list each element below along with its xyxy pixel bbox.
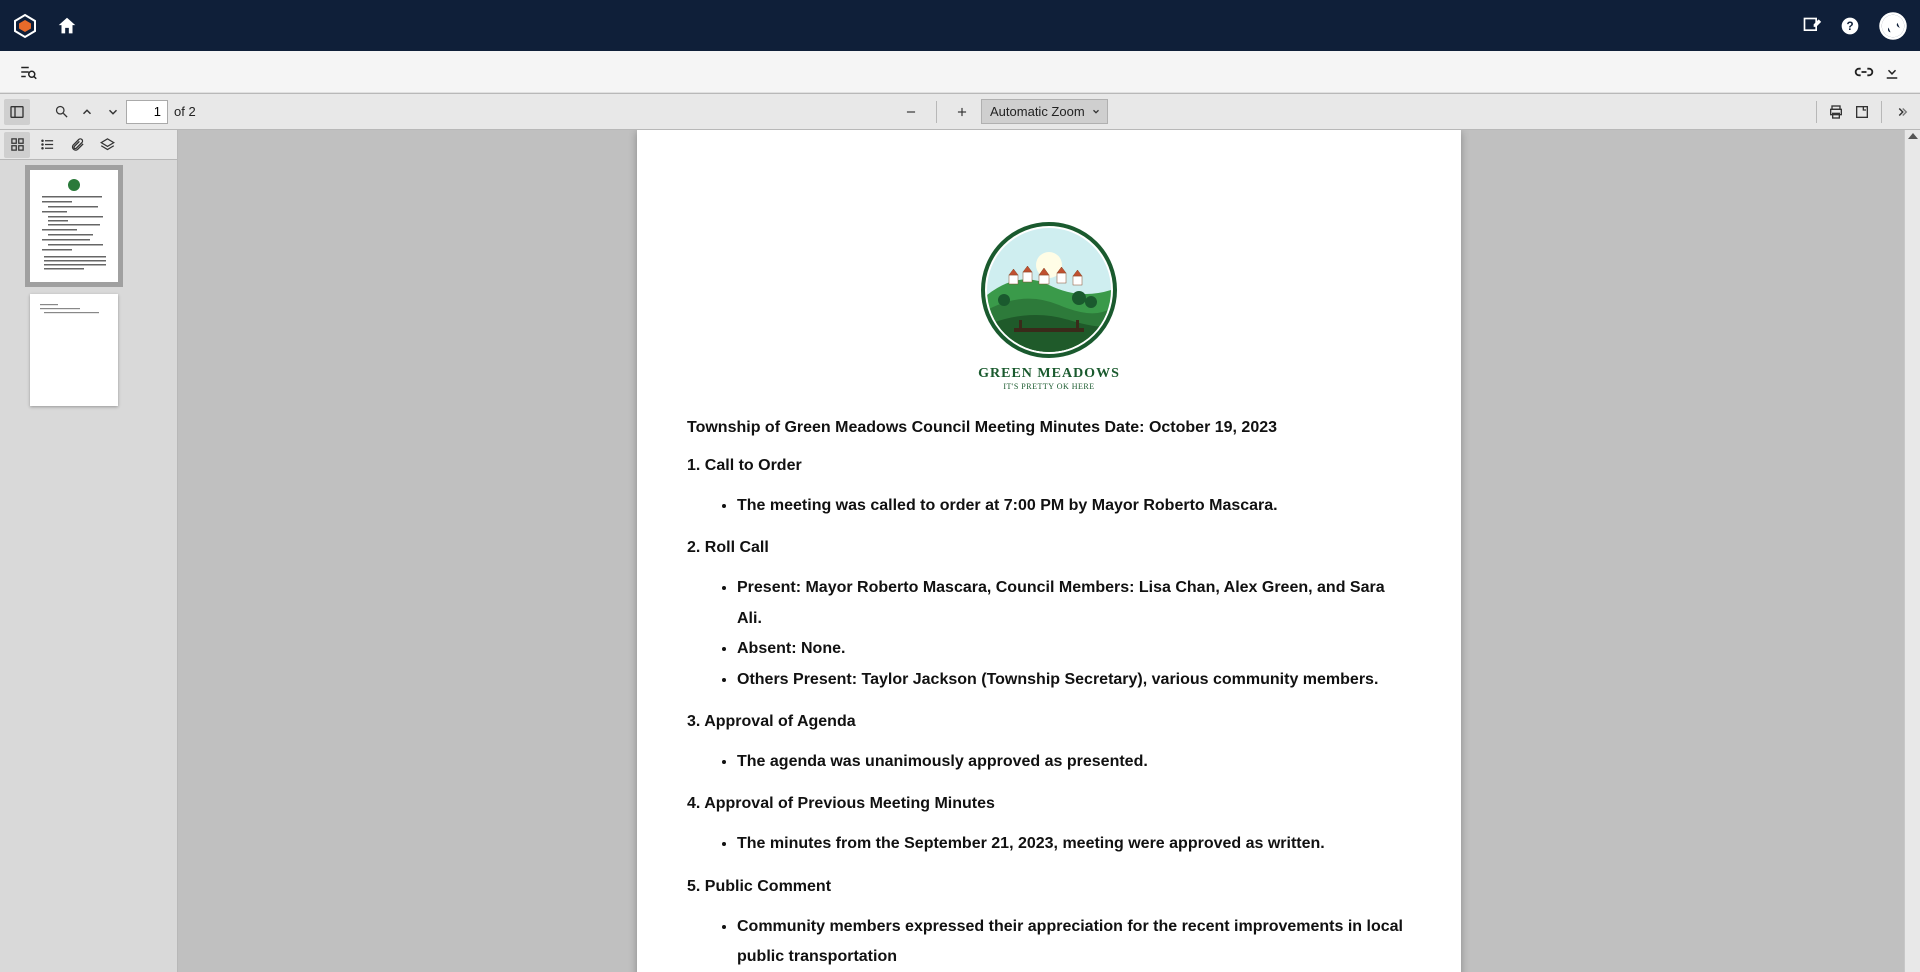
section-3-heading: 3. Approval of Agenda <box>687 713 1411 731</box>
link-icon[interactable] <box>1850 58 1878 86</box>
sub-toolbar <box>0 51 1920 93</box>
pdf-toolbar: of 2 Automatic Zoom <box>0 93 1920 130</box>
more-tools-button[interactable] <box>1888 99 1914 125</box>
download-icon[interactable] <box>1878 58 1906 86</box>
document-viewport[interactable]: GREEN MEADOWS IT'S PRETTY OK HERE Townsh… <box>178 130 1920 972</box>
list-item: The meeting was called to order at 7:00 … <box>737 491 1411 521</box>
sidebar-tabs <box>0 130 177 160</box>
home-icon[interactable] <box>56 15 78 37</box>
scroll-up-arrow-icon <box>1908 133 1918 139</box>
app-bar: ? <box>0 0 1920 51</box>
globe-icon[interactable] <box>1878 11 1908 41</box>
tab-attachments[interactable] <box>64 132 90 158</box>
workspace: GREEN MEADOWS IT'S PRETTY OK HERE Townsh… <box>0 130 1920 972</box>
svg-text:?: ? <box>1846 20 1853 33</box>
document-page-1: GREEN MEADOWS IT'S PRETTY OK HERE Townsh… <box>637 130 1461 972</box>
page-number-input[interactable] <box>126 100 168 124</box>
logo-name: GREEN MEADOWS <box>978 366 1120 382</box>
list-item: Present: Mayor Roberto Mascara, Council … <box>737 573 1411 634</box>
tab-thumbnails[interactable] <box>4 132 30 158</box>
list-item: The agenda was unanimously approved as p… <box>737 747 1411 777</box>
logo-tagline: IT'S PRETTY OK HERE <box>1003 382 1094 391</box>
help-icon[interactable]: ? <box>1840 16 1860 36</box>
document-logo: GREEN MEADOWS IT'S PRETTY OK HERE <box>687 220 1411 391</box>
section-5-heading: 5. Public Comment <box>687 878 1411 896</box>
thumbnail-page-2[interactable] <box>30 294 118 406</box>
document-title: Township of Green Meadows Council Meetin… <box>687 419 1411 437</box>
print-button[interactable] <box>1823 99 1849 125</box>
section-1-heading: 1. Call to Order <box>687 457 1411 475</box>
zoom-select[interactable]: Automatic Zoom <box>981 99 1108 124</box>
thumbnail-list <box>0 160 177 972</box>
section-2-heading: 2. Roll Call <box>687 539 1411 557</box>
next-page-button[interactable] <box>100 99 126 125</box>
document-body: Township of Green Meadows Council Meetin… <box>687 419 1411 972</box>
zoom-select-label: Automatic Zoom <box>990 104 1085 119</box>
section-4-heading: 4. Approval of Previous Meeting Minutes <box>687 795 1411 813</box>
find-button[interactable] <box>48 99 74 125</box>
sidebar-toggle-button[interactable] <box>4 99 30 125</box>
search-list-icon[interactable] <box>14 58 42 86</box>
zoom-in-button[interactable] <box>949 99 975 125</box>
zoom-out-button[interactable] <box>898 99 924 125</box>
list-item: The minutes from the September 21, 2023,… <box>737 829 1411 859</box>
scrollbar[interactable] <box>1904 130 1920 972</box>
thumbnail-sidebar <box>0 130 178 972</box>
chevron-down-icon <box>1091 104 1101 119</box>
tab-outline[interactable] <box>34 132 60 158</box>
app-logo-icon[interactable] <box>12 13 38 39</box>
save-button[interactable] <box>1849 99 1875 125</box>
edit-note-icon[interactable] <box>1802 16 1822 36</box>
list-item: Others Present: Taylor Jackson (Township… <box>737 665 1411 695</box>
prev-page-button[interactable] <box>74 99 100 125</box>
page-count-label: of 2 <box>174 104 196 119</box>
thumbnail-page-1[interactable] <box>30 170 118 282</box>
list-item: Absent: None. <box>737 634 1411 664</box>
tab-layers[interactable] <box>94 132 120 158</box>
list-item: Community members expressed their apprec… <box>737 912 1411 972</box>
